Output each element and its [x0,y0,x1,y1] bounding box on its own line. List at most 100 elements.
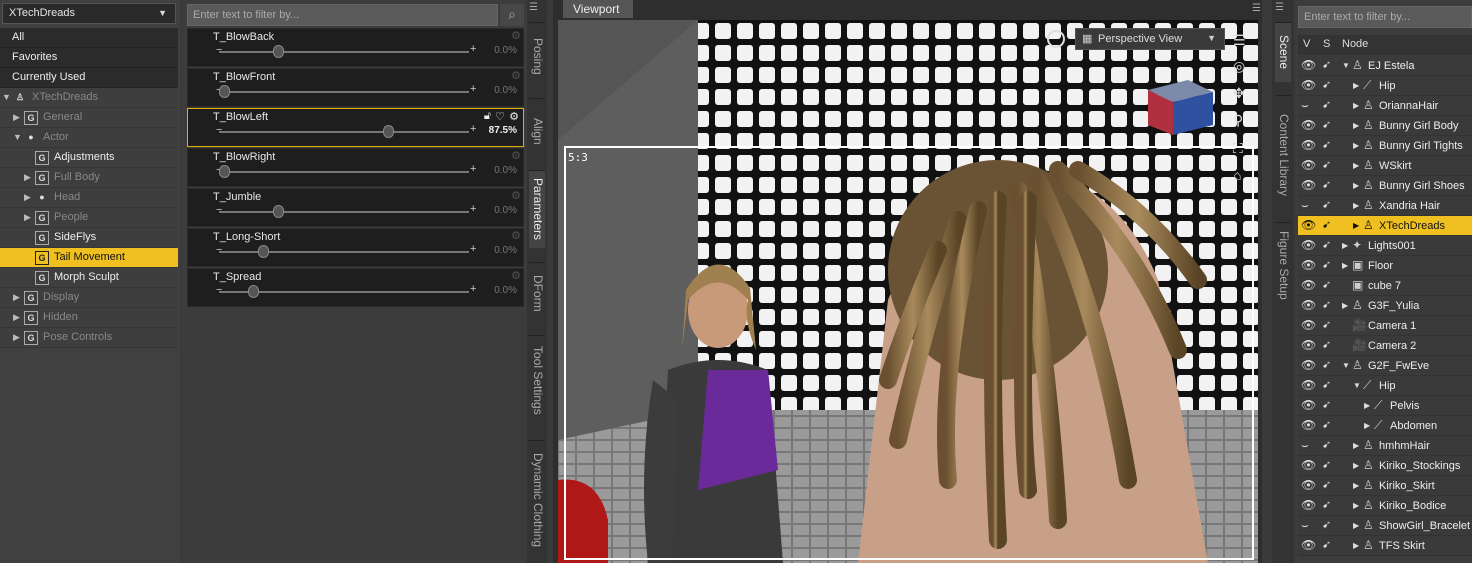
tree-item[interactable]: ▼ ♙ XTechDreads [0,88,178,108]
search-icon[interactable]: ⌕ [500,4,524,26]
pointer-icon[interactable]: ➹ [1322,78,1331,91]
collapse-arrow-icon[interactable]: ▶ [1353,81,1359,90]
collapse-arrow-icon[interactable]: ▶ [1342,261,1348,270]
tab-tool-settings[interactable]: Tool Settings [529,335,545,425]
pointer-icon[interactable]: ➹ [1322,538,1331,551]
scene-node[interactable]: 👁︎ ➹ ▶ ♙ Kiriko_Bodice [1298,496,1472,516]
slider-track[interactable] [219,211,469,213]
decrement-button[interactable]: − [216,124,222,136]
collapse-arrow-icon[interactable]: ▶ [13,312,20,323]
pan-icon[interactable]: ✥ [1233,85,1245,102]
slider-thumb[interactable] [272,205,284,218]
scene-node[interactable]: 👁︎ ➹ ▶ ♙ WSkirt [1298,156,1472,176]
parameter-slider[interactable]: T_Jumble − +0.0% ⚙ [187,188,524,227]
collapse-arrow-icon[interactable]: ▶ [1353,521,1359,530]
menu-icon[interactable]: ☰ [529,2,545,16]
visible-column-header[interactable]: V [1303,38,1310,50]
tree-item[interactable]: ▼ ● Actor [0,128,178,148]
collapse-arrow-icon[interactable]: ▶ [1353,221,1359,230]
pointer-icon[interactable]: ➹ [1322,218,1331,231]
collapse-arrow-icon[interactable]: ▶ [1342,241,1348,250]
scene-node[interactable]: 👁︎ ➹ ▶ ♙ TFS Skirt [1298,536,1472,556]
pointer-icon[interactable]: ➹ [1322,118,1331,131]
eye-icon[interactable]: 👁︎ [1301,458,1316,472]
figure-select[interactable]: XTechDreads ▼ [2,3,176,24]
collapse-arrow-icon[interactable]: ▶ [24,192,31,203]
pointer-icon[interactable]: ➹ [1322,258,1331,271]
increment-button[interactable]: + [470,243,476,255]
collapse-arrow-icon[interactable]: ▶ [1353,181,1359,190]
settings-icon[interactable]: ⚙ [511,29,521,42]
scene-node[interactable]: 👁︎ ➹ ▶ ♙ Kiriko_Skirt [1298,476,1472,496]
tree-item[interactable]: ▶ G People [0,208,178,228]
scene-node[interactable]: ⌣ ➹ ▶ ♙ ShowGirl_Bracelet [1298,516,1472,536]
settings-icon[interactable]: ⚙ [511,229,521,242]
increment-button[interactable]: + [470,283,476,295]
parameter-value[interactable]: 0.0% [494,285,517,296]
expand-arrow-icon[interactable]: ▼ [1353,381,1361,390]
slider-thumb[interactable] [248,285,260,298]
parameter-slider[interactable]: T_Spread − +0.0% ⚙ [187,268,524,307]
pointer-icon[interactable]: ➹ [1322,58,1331,71]
eye-icon[interactable]: 👁︎ [1301,378,1316,392]
increment-button[interactable]: + [470,123,476,135]
collapse-arrow-icon[interactable]: ▶ [1364,421,1370,430]
zoom-icon[interactable]: ⚲ [1233,112,1243,129]
scene-node[interactable]: ⌣ ➹ ▶ ♙ OriannaHair [1298,96,1472,116]
scene-node[interactable]: 👁︎ ➹ ▶ ♙ Bunny Girl Tights [1298,136,1472,156]
pointer-icon[interactable]: ➹ [1322,98,1331,111]
parameter-value[interactable]: 0.0% [494,205,517,216]
eye-closed-icon[interactable]: ⌣ [1301,198,1309,213]
pointer-icon[interactable]: ➹ [1322,478,1331,491]
scene-node[interactable]: 👁︎ ➹ ▶ ♙ G3F_Yulia [1298,296,1472,316]
pointer-icon[interactable]: ➹ [1322,398,1331,411]
eye-icon[interactable]: 👁︎ [1301,158,1316,172]
increment-button[interactable]: + [470,43,476,55]
collapse-arrow-icon[interactable]: ▶ [13,332,20,343]
lock-icon[interactable]: 🔓︎ [484,110,491,123]
eye-icon[interactable]: 👁︎ [1301,218,1316,232]
slider-thumb[interactable] [383,125,395,138]
frame-icon[interactable]: ⛶ [1233,140,1243,157]
eye-icon[interactable]: 👁︎ [1301,78,1316,92]
tab-scene[interactable]: Scene [1275,22,1291,82]
tree-item[interactable]: G Morph Sculpt [0,268,178,288]
pointer-icon[interactable]: ➹ [1322,278,1331,291]
menu-icon[interactable]: ☰ [1252,3,1261,14]
tree-item[interactable]: ▶ G Pose Controls [0,328,178,348]
settings-icon[interactable]: ⚙ [511,269,521,282]
pointer-icon[interactable]: ➹ [1322,378,1331,391]
tree-item[interactable]: ▶ G Full Body [0,168,178,188]
parameter-value[interactable]: 0.0% [494,165,517,176]
decrement-button[interactable]: − [216,204,222,216]
pointer-icon[interactable]: ➹ [1322,458,1331,471]
tree-item[interactable]: ▶ ● Head [0,188,178,208]
scene-node[interactable]: 👁︎ ➹ ▼ ⟋ Hip [1298,376,1472,396]
pointer-icon[interactable]: ➹ [1322,158,1331,171]
slider-thumb[interactable] [219,165,230,178]
expand-arrow-icon[interactable]: ▼ [13,132,22,142]
scene-node[interactable]: 👁︎ ➹ ▣ cube 7 [1298,276,1472,296]
expand-arrow-icon[interactable]: ▼ [2,92,11,102]
scene-filter-input[interactable]: Enter text to filter by... [1298,6,1472,28]
pointer-icon[interactable]: ➹ [1322,178,1331,191]
collapse-arrow-icon[interactable]: ▶ [1353,201,1359,210]
decrement-button[interactable]: − [216,44,222,56]
parameter-slider[interactable]: T_Long-Short − +0.0% ⚙ [187,228,524,267]
tab-figure-setup[interactable]: Figure Setup [1275,222,1291,307]
tab-viewport[interactable]: Viewport [563,0,633,18]
filter-item[interactable]: All [0,28,178,48]
filter-item[interactable]: Favorites [0,48,178,68]
eye-icon[interactable]: 👁︎ [1301,358,1316,372]
scene-node[interactable]: 👁︎ ➹ ▶ ♙ Bunny Girl Body [1298,116,1472,136]
eye-icon[interactable]: 👁︎ [1301,178,1316,192]
eye-icon[interactable]: 👁︎ [1301,118,1316,132]
collapse-arrow-icon[interactable]: ▶ [1353,141,1359,150]
menu-icon[interactable]: ☰ [1275,2,1284,13]
tab-parameters[interactable]: Parameters [529,170,545,248]
scene-node[interactable]: 👁︎ ➹ ▶ ⟋ Pelvis [1298,396,1472,416]
scene-node[interactable]: 👁︎ ➹ ▼ ♙ EJ Estela [1298,56,1472,76]
slider-track[interactable] [219,131,469,133]
scene-node[interactable]: 👁︎ ➹ 🎥 Camera 2 [1298,336,1472,356]
tab-align[interactable]: Align [529,98,545,164]
